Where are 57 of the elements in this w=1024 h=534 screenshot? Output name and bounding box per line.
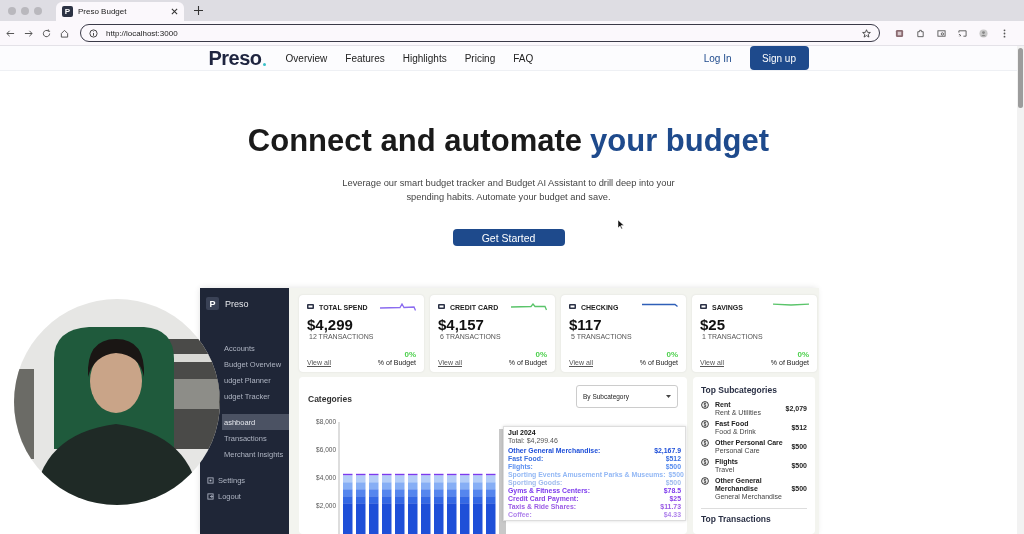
gear-icon: [207, 476, 214, 484]
budget-percent: 0%: [535, 350, 547, 359]
nav-link[interactable]: Highlights: [402, 52, 447, 64]
login-link[interactable]: Log In: [703, 52, 732, 64]
hero-title: Connect and automate: [247, 123, 582, 159]
cash-icon: [307, 304, 315, 310]
nav-link[interactable]: Overview: [285, 52, 328, 64]
cash-icon: [569, 304, 577, 310]
star-icon[interactable]: [862, 28, 871, 38]
panel-title: Categories: [308, 393, 352, 404]
budget-percent: 0%: [404, 350, 416, 359]
dollar-icon: [701, 439, 709, 447]
favicon: P: [62, 6, 73, 17]
card-amount: $4,299: [307, 316, 354, 333]
get-started-button[interactable]: Get Started: [452, 229, 565, 246]
new-tab-icon[interactable]: [194, 6, 203, 15]
url-text: http://localhost:3000: [106, 28, 179, 38]
nav-link[interactable]: Features: [345, 52, 385, 64]
browser-tab[interactable]: P Preso Budget: [56, 2, 184, 21]
cash-icon: [438, 304, 446, 310]
scrollbar-thumb[interactable]: [1018, 48, 1023, 108]
card-amount: $25: [700, 316, 727, 333]
info-icon[interactable]: [89, 28, 98, 38]
card-amount: $117: [569, 316, 603, 333]
logout-icon: [207, 492, 214, 500]
app-icon[interactable]: [895, 28, 904, 38]
logo[interactable]: Preso: [208, 46, 262, 70]
hero-title-highlight: your budget: [590, 123, 770, 159]
panel-title: Top Subcategories: [701, 385, 778, 395]
card-amount: $4,157: [438, 316, 485, 333]
signup-button[interactable]: Sign up: [749, 46, 809, 70]
cash-icon: [700, 304, 708, 310]
tab-title: Preso Budget: [78, 7, 128, 16]
dollar-icon: [701, 458, 709, 466]
dollar-icon: [701, 401, 709, 409]
home-icon[interactable]: [60, 28, 69, 38]
logo-dot: [262, 62, 266, 66]
sidebar-logo: Preso: [225, 298, 249, 309]
budget-percent: 0%: [797, 350, 809, 359]
forward-icon[interactable]: [24, 28, 33, 38]
cursor-icon: [618, 220, 624, 229]
hero-subtitle: Leverage our smart budget tracker and Budget AI Assistant to drill deep into your spending habits. Automate your budget and save.: [341, 177, 676, 204]
dollar-icon: [701, 420, 709, 428]
scrollbar[interactable]: [1017, 46, 1024, 534]
back-icon[interactable]: [6, 28, 15, 38]
tab-search-icon[interactable]: [937, 28, 946, 38]
caret-icon: [666, 395, 671, 398]
nav-link[interactable]: Pricing: [464, 52, 496, 64]
reload-icon[interactable]: [42, 28, 51, 38]
budget-percent: 0%: [666, 350, 678, 359]
close-icon[interactable]: [171, 8, 178, 15]
dollar-icon: [701, 477, 709, 485]
panel-title: Top Transactions: [701, 514, 772, 524]
cast-icon[interactable]: [958, 28, 967, 38]
nav-link[interactable]: FAQ: [513, 52, 534, 64]
logo-mark: P: [206, 297, 219, 310]
avatar-icon[interactable]: [979, 28, 988, 38]
